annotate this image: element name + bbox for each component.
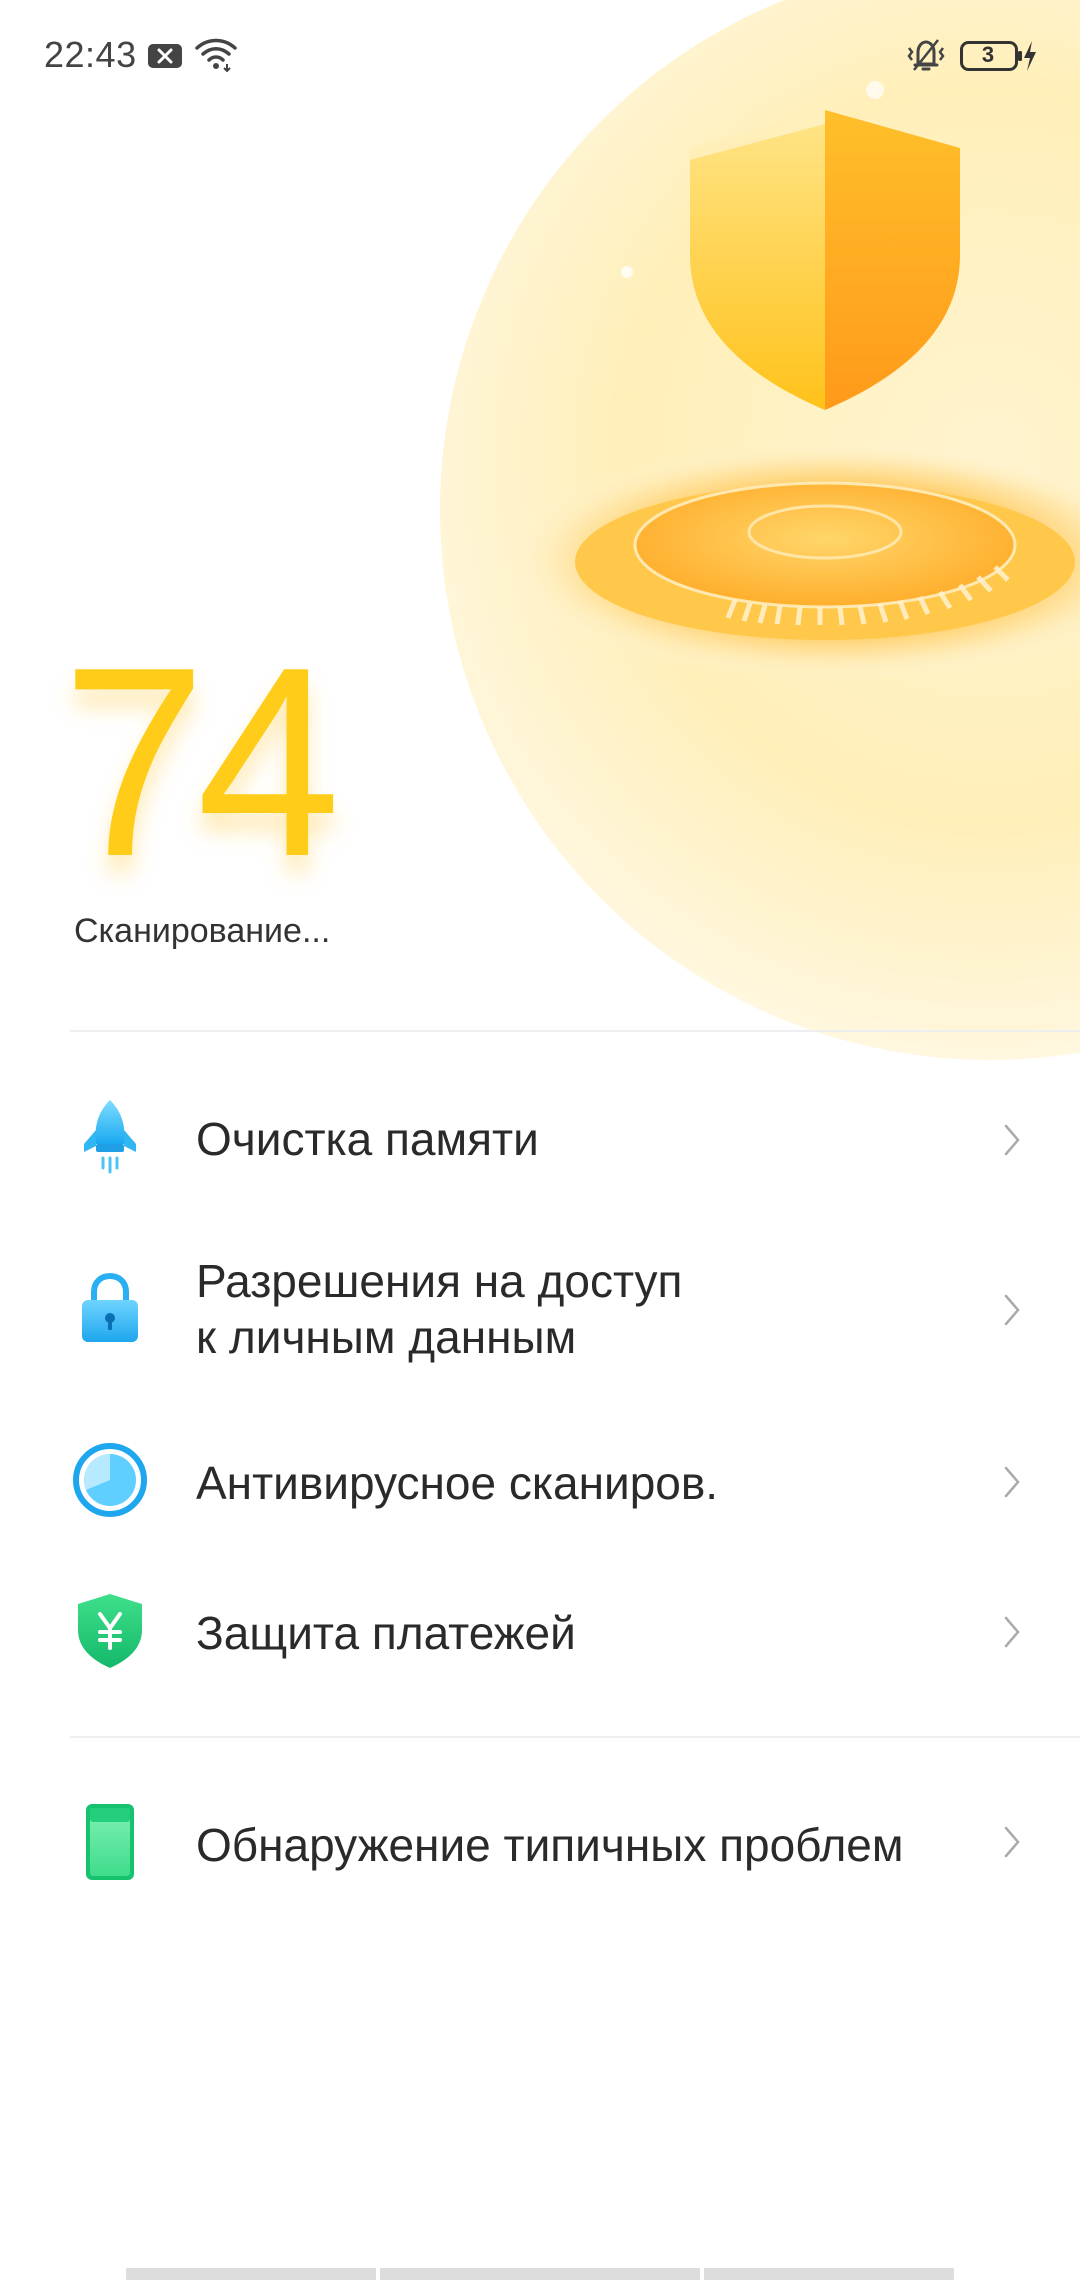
row-memory-cleanup[interactable]: Очистка памяти — [0, 1090, 1080, 1190]
chevron-right-icon — [1004, 1294, 1020, 1326]
divider — [70, 1736, 1080, 1738]
scan-score: 74 — [62, 612, 341, 913]
charging-icon — [1024, 41, 1036, 71]
battery-icon: 3 — [960, 41, 1022, 71]
row-label: Очистка памяти — [196, 1113, 539, 1165]
row-antivirus[interactable]: Антивирусное сканиров. — [0, 1432, 1080, 1532]
wifi-icon — [195, 38, 237, 72]
antivirus-scan-icon — [73, 1443, 147, 1517]
row-problem-detection[interactable]: Обнаружение типичных проблем — [0, 1792, 1080, 1892]
notification-x-icon — [148, 44, 182, 68]
row-label: Обнаружение типичных проблем — [196, 1819, 904, 1871]
row-label-line1: Разрешения на доступ — [196, 1255, 683, 1307]
sparkle-dot — [621, 266, 633, 278]
row-permissions[interactable]: Разрешения на доступ к личным данным — [0, 1240, 1080, 1380]
payment-shield-icon — [78, 1594, 142, 1668]
vibrate-icon — [907, 39, 945, 71]
chevron-right-icon — [1004, 1826, 1020, 1858]
platform-disc — [633, 481, 1017, 609]
row-payment-protection[interactable]: Защита платежей — [0, 1582, 1080, 1682]
status-bar: 22:43 3 — [0, 0, 1080, 110]
phone-icon — [86, 1804, 134, 1880]
chevron-right-icon — [1004, 1616, 1020, 1648]
shield-icon — [690, 110, 960, 410]
nav-hint-bar[interactable] — [704, 2268, 954, 2280]
battery-level: 3 — [981, 42, 995, 67]
nav-hint-bar[interactable] — [380, 2268, 700, 2280]
chevron-right-icon — [1004, 1466, 1020, 1498]
lock-icon — [82, 1272, 138, 1342]
rocket-icon — [84, 1100, 136, 1174]
status-time: 22:43 — [44, 34, 137, 75]
chevron-right-icon — [1004, 1124, 1020, 1156]
row-label: Защита платежей — [196, 1607, 576, 1659]
scan-status-text: Сканирование... — [74, 912, 331, 950]
security-scan-screen: 22:43 3 74 Сканирование... Очистка памят… — [0, 0, 1080, 2280]
divider — [70, 1030, 1080, 1032]
row-label: Антивирусное сканиров. — [196, 1457, 719, 1509]
row-label-line2: к личным данным — [196, 1311, 577, 1363]
nav-hint-bar[interactable] — [126, 2268, 376, 2280]
